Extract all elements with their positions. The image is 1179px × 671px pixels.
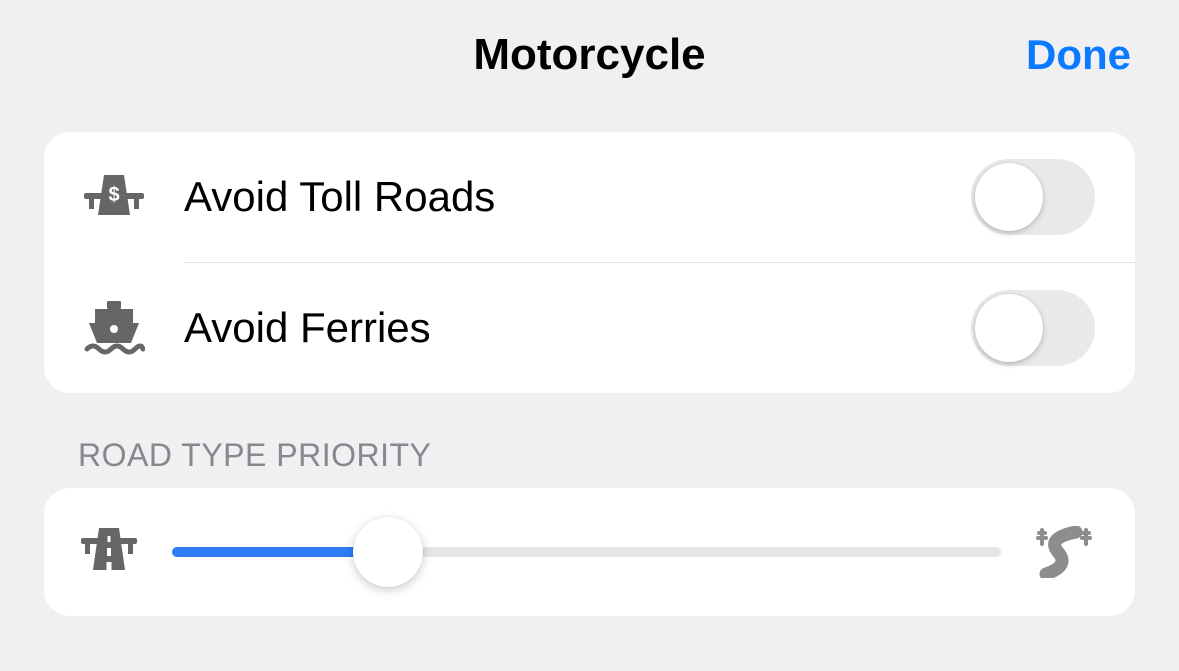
- winding-road-icon: [1033, 526, 1095, 578]
- toggle-knob: [975, 163, 1043, 231]
- highway-icon: [78, 526, 140, 578]
- svg-text:$: $: [108, 184, 119, 206]
- avoid-toll-label: Avoid Toll Roads: [150, 173, 971, 221]
- page-title: Motorcycle: [473, 30, 705, 80]
- avoid-ferries-toggle[interactable]: [971, 290, 1095, 366]
- avoid-toll-row: $ Avoid Toll Roads: [44, 132, 1135, 262]
- avoid-ferries-row: Avoid Ferries: [44, 263, 1135, 393]
- header: Motorcycle Done: [0, 0, 1179, 110]
- toggle-knob: [975, 294, 1043, 362]
- avoid-toll-toggle[interactable]: [971, 159, 1095, 235]
- toll-icon: $: [78, 169, 150, 225]
- road-type-priority-header: ROAD TYPE PRIORITY: [78, 437, 1179, 474]
- done-button[interactable]: Done: [1026, 31, 1131, 79]
- avoid-ferries-label: Avoid Ferries: [150, 304, 971, 352]
- road-type-slider-card: [44, 488, 1135, 616]
- slider-thumb[interactable]: [353, 517, 423, 587]
- avoid-options-card: $ Avoid Toll Roads Avoid Ferries: [44, 132, 1135, 393]
- road-type-slider[interactable]: [172, 512, 1001, 592]
- ferry-icon: [78, 299, 150, 357]
